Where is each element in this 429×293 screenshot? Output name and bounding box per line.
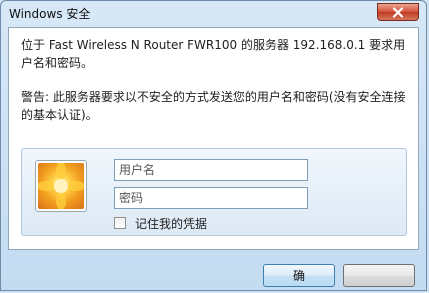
server-message: 位于 Fast Wireless N Router FWR100 的服务器 19… bbox=[21, 38, 406, 70]
close-icon bbox=[392, 6, 404, 18]
window-title: Windows 安全 bbox=[9, 7, 91, 21]
close-button[interactable] bbox=[377, 3, 419, 21]
title-bar[interactable]: Windows 安全 bbox=[1, 1, 426, 25]
security-dialog: Windows 安全 位于 Fast Wireless N Router FWR… bbox=[0, 0, 427, 291]
cancel-button[interactable] bbox=[343, 264, 415, 287]
remember-credentials[interactable]: 记住我的凭据 bbox=[114, 215, 207, 231]
dialog-content: 位于 Fast Wireless N Router FWR100 的服务器 19… bbox=[8, 27, 419, 250]
flower-icon bbox=[38, 163, 84, 209]
password-field[interactable] bbox=[114, 187, 308, 209]
username-field[interactable] bbox=[114, 159, 308, 181]
remember-label: 记住我的凭据 bbox=[135, 216, 208, 231]
avatar bbox=[35, 160, 87, 212]
remember-checkbox[interactable] bbox=[114, 217, 126, 229]
credential-panel: 记住我的凭据 bbox=[21, 148, 407, 236]
security-warning: 警告: 此服务器要求以不安全的方式发送您的用户名和密码(没有安全连接的基本认证)… bbox=[21, 90, 406, 122]
ok-button[interactable]: 确 bbox=[263, 264, 335, 287]
